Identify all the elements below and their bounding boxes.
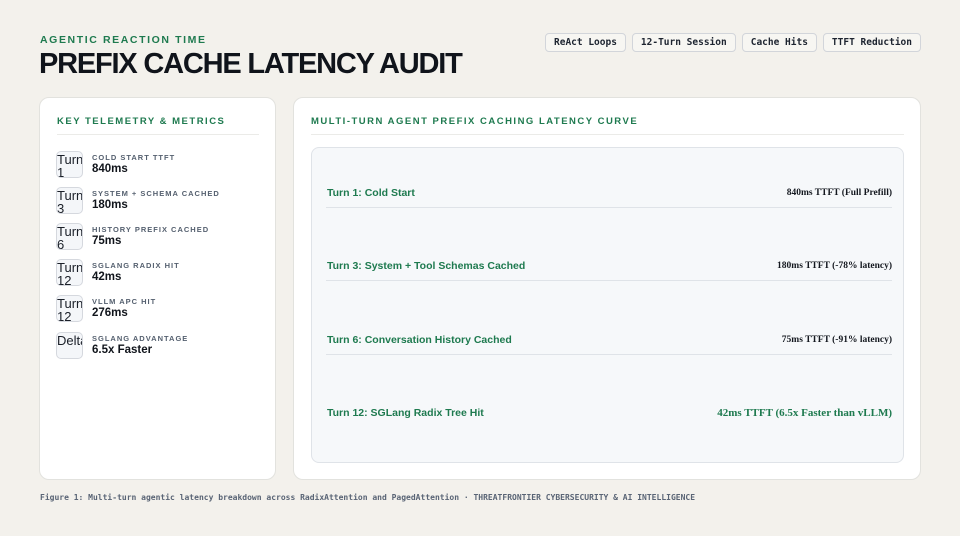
metric-label: VLLM APC HIT [92,297,157,307]
latency-row-label: Turn 1: Cold Start [327,187,415,199]
metric-label: HISTORY PREFIX CACHED [92,224,210,234]
eyebrow: AGENTIC REACTION TIME [40,34,207,46]
tag-list: ReAct Loops 12-Turn Session Cache Hits T… [545,33,921,52]
metrics-card-title: KEY TELEMETRY & METRICS [57,116,226,127]
metric-value: 840ms [92,162,128,175]
figure-caption: Figure 1: Multi-turn agentic latency bre… [40,493,696,502]
turn-badge-icon: Turn 12 [56,295,83,323]
turn-badge-icon: Turn 6 [56,222,83,250]
latency-row: Turn 12: SGLang Radix Tree Hit 42ms TTFT… [326,404,892,428]
metric-label: SYSTEM + SCHEMA CACHED [92,188,220,198]
metric-item: Turn 1 COLD START TTFT 840ms [56,146,261,182]
latency-row-label: Turn 12: SGLang Radix Tree Hit [327,407,484,419]
metric-value: 6.5x Faster [92,343,153,356]
tag-react-loops[interactable]: ReAct Loops [545,33,626,52]
metric-label: SGLANG RADIX HIT [92,261,180,271]
metric-item: Turn 12 VLLM APC HIT 276ms [56,291,261,327]
turn-badge-icon: Turn 1 [56,150,83,178]
latency-row: Turn 3: System + Tool Schemas Cached 180… [326,257,892,281]
latency-row-value: 180ms TTFT (-78% latency) [777,261,892,271]
metrics-divider [57,134,259,135]
turn-badge-icon: Turn 3 [56,186,83,214]
latency-row-value: 75ms TTFT (-91% latency) [781,335,892,345]
metric-item: Turn 6 HISTORY PREFIX CACHED 75ms [56,218,261,254]
metric-value: 75ms [92,234,122,247]
delta-badge-icon: Delta [56,331,83,359]
latency-row-value: 42ms TTFT (6.5x Faster than vLLM) [717,407,892,419]
latency-row-label: Turn 6: Conversation History Cached [327,334,512,346]
latency-row: Turn 1: Cold Start 840ms TTFT (Full Pref… [326,184,892,208]
metric-item: Turn 12 SGLANG RADIX HIT 42ms [56,255,261,291]
latency-curve-card: MULTI-TURN AGENT PREFIX CACHING LATENCY … [293,97,921,480]
page-title: PREFIX CACHE LATENCY AUDIT [39,48,463,80]
metrics-card: KEY TELEMETRY & METRICS Turn 1 COLD STAR… [39,97,276,480]
metric-value: 42ms [92,271,122,284]
metric-label: SGLANG ADVANTAGE [92,333,189,343]
metric-value: 180ms [92,198,128,211]
turn-badge-icon: Turn 12 [56,259,83,287]
tag-ttft-reduction[interactable]: TTFT Reduction [822,33,921,52]
latency-row-label: Turn 3: System + Tool Schemas Cached [327,260,526,272]
latency-row: Turn 6: Conversation History Cached 75ms… [326,331,892,355]
metric-value: 276ms [92,307,128,320]
latency-row-value: 840ms TTFT (Full Prefill) [786,188,892,198]
curve-divider [311,134,904,135]
metric-list: Turn 1 COLD START TTFT 840ms Turn 3 SYST… [56,146,261,363]
tag-12-turn-session[interactable]: 12-Turn Session [631,33,736,52]
metric-label: COLD START TTFT [92,152,176,162]
latency-curve-title: MULTI-TURN AGENT PREFIX CACHING LATENCY … [311,116,639,127]
metric-item: Turn 3 SYSTEM + SCHEMA CACHED 180ms [56,182,261,218]
latency-curve-panel: Turn 1: Cold Start 840ms TTFT (Full Pref… [311,147,904,463]
tag-cache-hits[interactable]: Cache Hits [741,33,817,52]
metric-item: Delta SGLANG ADVANTAGE 6.5x Faster [56,327,261,363]
